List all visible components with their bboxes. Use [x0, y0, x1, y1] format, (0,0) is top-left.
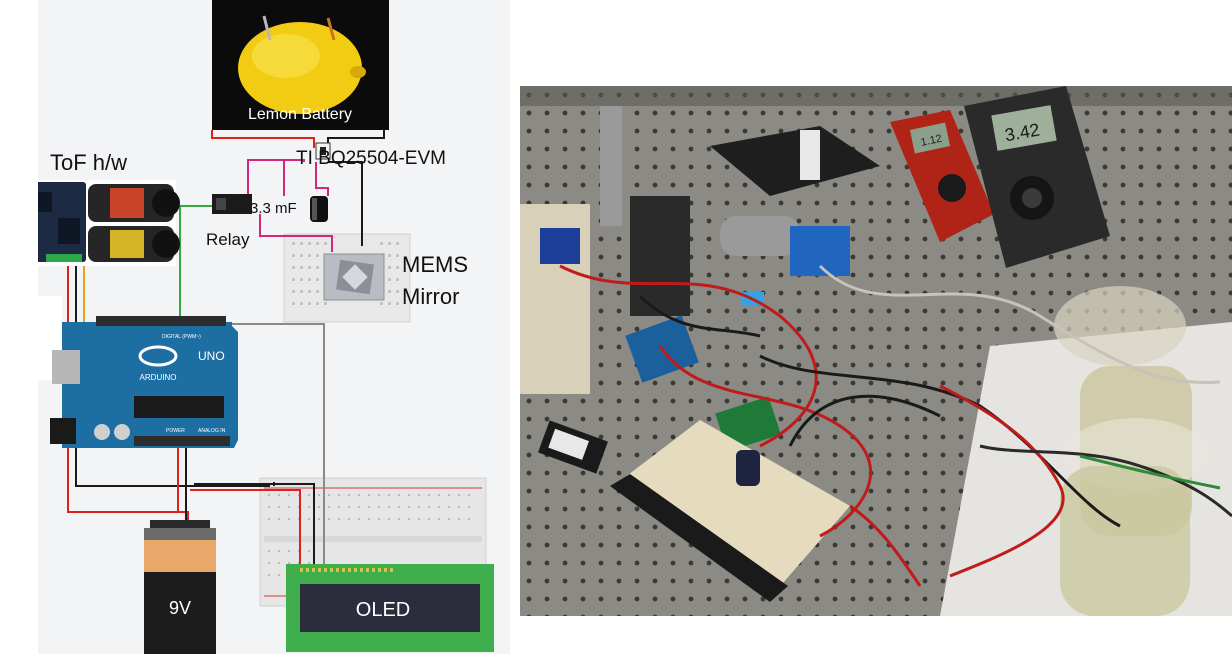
wire-lemon-positive — [211, 130, 315, 148]
wire-relay-arduino — [179, 205, 220, 322]
mems-mirror-chip — [323, 253, 385, 301]
capacitor-label: 3.3 mF — [250, 200, 297, 217]
oled-display: OLED — [286, 564, 494, 652]
battery-9v: 9V — [144, 520, 216, 654]
wire-ground-mems — [328, 161, 363, 246]
harvester-label: TI BQ25504-EVM — [296, 148, 446, 169]
circuit-schematic-panel: ARDUINO UNO DIGITAL (PWM~) POWER ANALOG … — [20, 0, 510, 654]
relay-module-photo — [540, 228, 580, 264]
relay-component — [212, 194, 252, 214]
lemon-battery-label: Lemon Battery — [248, 106, 352, 123]
oled-label: OLED — [356, 599, 410, 621]
mems-label-line1: MEMS — [402, 252, 468, 277]
schematic-svg: ARDUINO UNO DIGITAL (PWM~) POWER ANALOG … — [20, 0, 494, 654]
tof-hardware — [20, 180, 180, 266]
relay-label: Relay — [206, 230, 250, 249]
arduino-power-text: POWER — [166, 428, 185, 434]
tof-sensor-photo — [720, 216, 800, 256]
lab-photo-svg: 1.12 3.42 — [520, 86, 1232, 616]
wire-lemon-ground — [327, 130, 385, 148]
battery-label: 9V — [169, 598, 191, 618]
capacitor-component — [310, 196, 328, 222]
mems-label-line2: Mirror — [402, 284, 460, 309]
arduino-brand-text: ARDUINO — [140, 373, 177, 382]
arduino-analog-text: ANALOG IN — [198, 428, 226, 434]
lab-setup-photo: 1.12 3.42 — [520, 86, 1232, 616]
arduino-digital-text: DIGITAL (PWM~) — [162, 334, 201, 340]
arduino-model-text: UNO — [198, 349, 225, 363]
capacitor-photo — [736, 450, 760, 486]
tof-label: ToF h/w — [50, 150, 128, 175]
